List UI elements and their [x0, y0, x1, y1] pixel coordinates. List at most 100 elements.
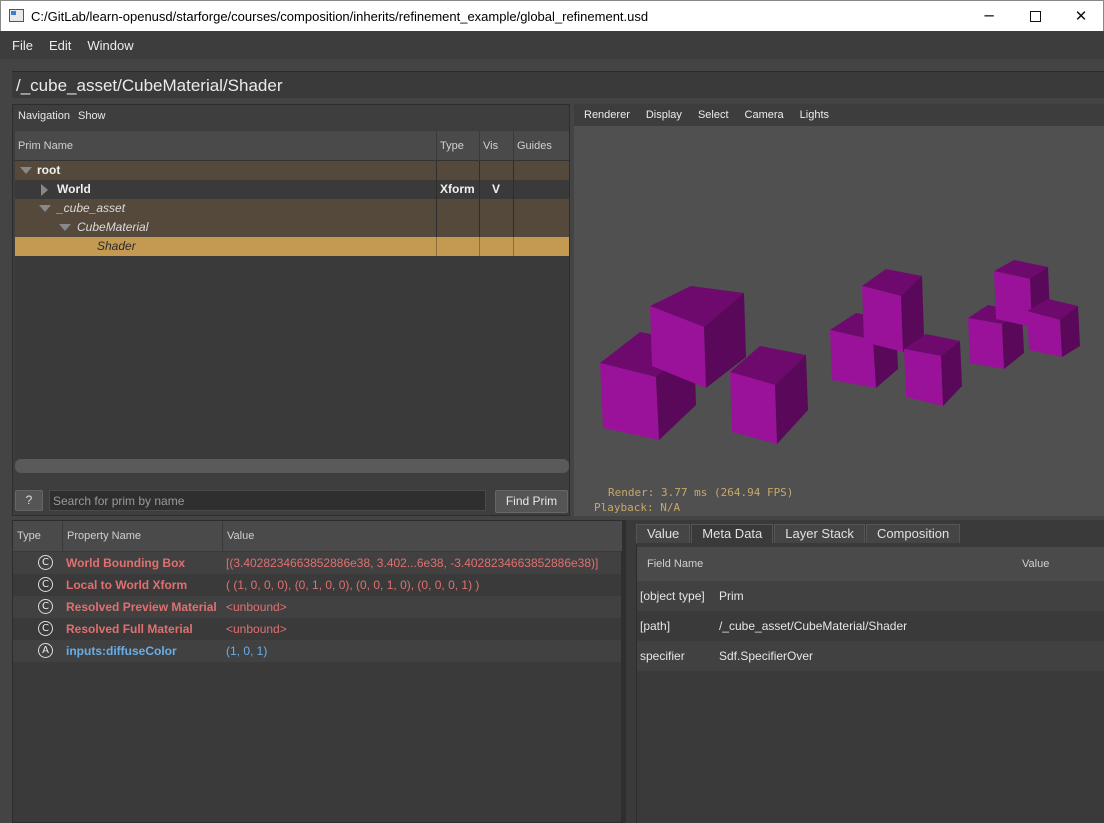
tab-meta-data[interactable]: Meta Data [691, 524, 774, 543]
expand-icon[interactable] [39, 199, 51, 218]
tree-row-world[interactable]: World Xform V [15, 180, 569, 199]
col-field-name[interactable]: Field Name [647, 547, 703, 581]
metadata-table: Field Name Value [object type] Prim [pat… [636, 544, 1104, 823]
minimize-icon: ─ [984, 7, 994, 25]
col-vis[interactable]: Vis [480, 131, 514, 161]
cube-cluster-middle [830, 269, 962, 406]
tree-horizontal-scrollbar[interactable] [15, 459, 569, 473]
prim-type: Xform [440, 182, 475, 196]
close-icon: ✕ [1074, 7, 1088, 25]
title-bar: C:/GitLab/learn-openusd/starforge/course… [0, 0, 1104, 31]
tree-row-cube-material[interactable]: CubeMaterial [15, 218, 569, 237]
property-row[interactable]: C Local to World Xform ( (1, 0, 0, 0), (… [13, 574, 621, 596]
tab-composition[interactable]: Composition [865, 524, 961, 543]
menu-window[interactable]: Window [79, 38, 141, 53]
prim-tree-panel: Navigation Show Prim Name Type Vis Guide… [12, 104, 570, 516]
property-name: Local to World Xform [66, 578, 188, 592]
property-name: Resolved Full Material [66, 622, 193, 636]
minimize-button[interactable]: ─ [966, 1, 1012, 31]
property-value: ( (1, 0, 0, 0), (0, 1, 0, 0), (0, 0, 1, … [226, 578, 480, 592]
prim-name: World [57, 182, 91, 196]
viewport-canvas[interactable]: Render: 3.77 ms (264.94 FPS) Playback: N… [574, 126, 1104, 516]
tree-row-shader[interactable]: Shader [15, 237, 569, 256]
property-name: inputs:diffuseColor [66, 644, 177, 658]
prim-search-input[interactable] [49, 490, 486, 511]
tree-body: root World Xform V _cube_asset CubeMater… [15, 161, 569, 461]
property-panel: Type Property Name Value C World Boundin… [12, 520, 623, 823]
menu-display[interactable]: Display [638, 109, 690, 121]
cube-cluster-left [600, 286, 808, 444]
menu-show[interactable]: Show [78, 110, 106, 122]
expand-icon[interactable] [59, 218, 71, 237]
tab-value[interactable]: Value [636, 524, 691, 543]
col-type[interactable]: Type [13, 521, 63, 551]
menu-navigation[interactable]: Navigation [18, 110, 70, 122]
metadata-row[interactable]: [path] /_cube_asset/CubeMaterial/Shader [637, 611, 1104, 641]
tree-search-bar: ? Find Prim [13, 483, 569, 515]
menu-lights[interactable]: Lights [792, 109, 837, 121]
prim-name: root [37, 163, 61, 177]
cube-cluster-right [968, 260, 1080, 369]
metadata-panel: Value Meta Data Layer Stack Composition … [626, 520, 1104, 823]
viewport-panel: Renderer Display Select Camera Lights Re… [574, 104, 1104, 516]
computed-badge-icon: C [38, 555, 53, 570]
col-value[interactable]: Value [223, 521, 623, 551]
prim-name: Shader [97, 239, 136, 253]
field-name: [object type] [640, 589, 705, 603]
property-name: World Bounding Box [66, 556, 186, 570]
render-stat: Render: 3.77 ms (264.94 FPS) [608, 486, 794, 499]
property-name: Resolved Preview Material [66, 600, 217, 614]
playback-stat: Playback: N/A [594, 501, 681, 514]
help-button[interactable]: ? [15, 490, 43, 511]
property-row[interactable]: C Resolved Preview Material <unbound> [13, 596, 621, 618]
property-header: Type Property Name Value [13, 521, 623, 551]
prim-vis[interactable]: V [492, 180, 500, 199]
prim-name: CubeMaterial [77, 220, 149, 234]
scene-cubes [600, 260, 1080, 444]
tree-menu: Navigation Show [13, 105, 114, 127]
col-guides[interactable]: Guides [514, 131, 569, 161]
metadata-tabs: Value Meta Data Layer Stack Composition [636, 524, 961, 544]
property-row[interactable]: C Resolved Full Material <unbound> [13, 618, 621, 640]
menu-edit[interactable]: Edit [41, 38, 79, 53]
property-row[interactable]: A inputs:diffuseColor (1, 0, 1) [13, 640, 621, 662]
attribute-badge-icon: A [38, 643, 53, 658]
menu-renderer[interactable]: Renderer [576, 109, 638, 121]
menu-select[interactable]: Select [690, 109, 737, 121]
maximize-icon [1029, 10, 1041, 22]
tree-row-cube-asset[interactable]: _cube_asset [15, 199, 569, 218]
prim-path-bar[interactable]: /_cube_asset/CubeMaterial/Shader [12, 71, 1104, 98]
computed-badge-icon: C [38, 577, 53, 592]
expand-icon[interactable] [20, 161, 32, 180]
window-title: C:/GitLab/learn-openusd/starforge/course… [31, 9, 649, 24]
tab-layer-stack[interactable]: Layer Stack [774, 524, 865, 543]
menu-bar: File Edit Window [0, 31, 1104, 59]
tree-header: Prim Name Type Vis Guides [15, 131, 569, 161]
metadata-row[interactable]: specifier Sdf.SpecifierOver [637, 641, 1104, 671]
col-type[interactable]: Type [437, 131, 480, 161]
computed-badge-icon: C [38, 599, 53, 614]
tree-row-root[interactable]: root [15, 161, 569, 180]
col-value[interactable]: Value [1022, 547, 1049, 581]
menu-camera[interactable]: Camera [737, 109, 792, 121]
menu-file[interactable]: File [4, 38, 41, 53]
metadata-header: Field Name Value [637, 547, 1104, 581]
viewport-menu: Renderer Display Select Camera Lights [574, 104, 1104, 126]
close-button[interactable]: ✕ [1058, 1, 1104, 31]
property-value: (1, 0, 1) [226, 644, 268, 658]
property-value: <unbound> [226, 622, 287, 636]
app-icon [9, 9, 24, 22]
field-value: Prim [719, 589, 744, 603]
field-name: [path] [640, 619, 671, 633]
col-prim-name[interactable]: Prim Name [15, 131, 437, 161]
property-value: [(3.4028234663852886e38, 3.402...6e38, -… [226, 556, 599, 570]
collapse-icon[interactable] [41, 180, 48, 199]
property-row[interactable]: C World Bounding Box [(3.402823466385288… [13, 552, 621, 574]
metadata-row[interactable]: [object type] Prim [637, 581, 1104, 611]
prim-name: _cube_asset [57, 201, 126, 215]
computed-badge-icon: C [38, 621, 53, 636]
property-value: <unbound> [226, 600, 287, 614]
col-property-name[interactable]: Property Name [63, 521, 223, 551]
find-prim-button[interactable]: Find Prim [495, 490, 568, 513]
maximize-button[interactable] [1012, 1, 1058, 31]
